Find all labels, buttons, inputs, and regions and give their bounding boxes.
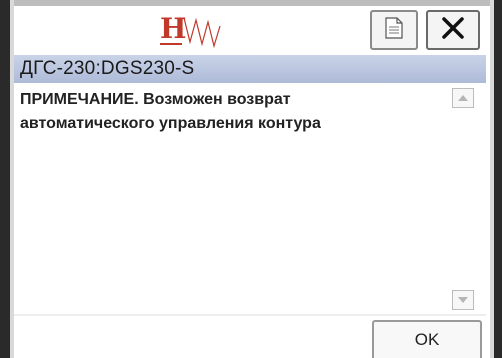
document-icon bbox=[385, 16, 403, 44]
document-button[interactable] bbox=[370, 10, 418, 50]
scroll-down-arrow-icon bbox=[457, 291, 469, 309]
right-border bbox=[494, 0, 502, 358]
divider bbox=[14, 314, 486, 316]
hw-logo: H bbox=[158, 8, 232, 52]
top-strip bbox=[0, 0, 502, 6]
scroll-down-button[interactable] bbox=[452, 290, 474, 310]
message-line: автоматического управления контура bbox=[20, 115, 321, 132]
close-icon bbox=[441, 16, 465, 45]
app-screen: H ДГС-230:DGS230-S ПРИМЕЧАНИЕ. Возможен … bbox=[0, 0, 502, 358]
message-line: ПРИМЕЧАНИЕ. Возможен возврат bbox=[20, 91, 291, 108]
close-button[interactable] bbox=[426, 10, 480, 50]
left-border bbox=[0, 0, 10, 358]
logo-letter: H bbox=[160, 12, 186, 45]
message-text: ПРИМЕЧАНИЕ. Возможен возврат автоматичес… bbox=[20, 88, 440, 136]
logo-wave bbox=[183, 17, 221, 49]
right-border-inner bbox=[490, 0, 494, 358]
scroll-up-arrow-icon bbox=[457, 89, 469, 107]
title-bar: ДГС-230:DGS230-S bbox=[14, 55, 486, 83]
scrollbar-track[interactable] bbox=[452, 108, 474, 290]
scroll-up-button[interactable] bbox=[452, 88, 474, 108]
ok-button[interactable]: OK bbox=[372, 320, 482, 358]
window-title: ДГС-230:DGS230-S bbox=[20, 58, 195, 79]
message-area: ПРИМЕЧАНИЕ. Возможен возврат автоматичес… bbox=[14, 84, 486, 320]
